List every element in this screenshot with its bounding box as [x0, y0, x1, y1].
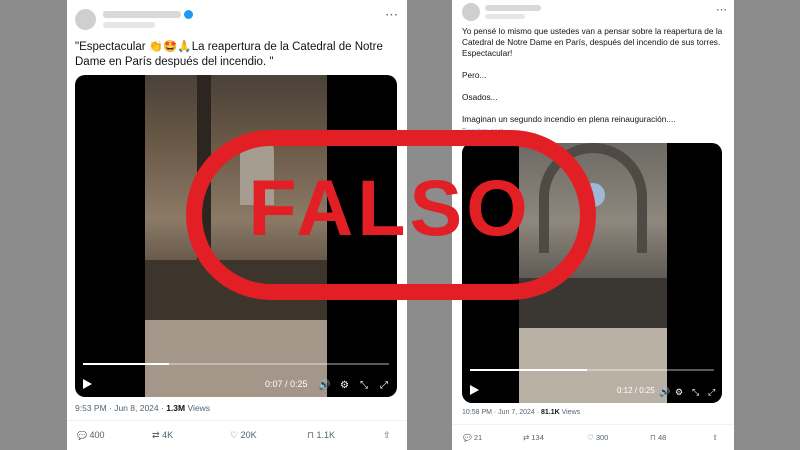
collapse-icon[interactable]: ⤡	[360, 381, 368, 391]
reply-icon: 💬	[463, 435, 472, 442]
blurred-display-name[interactable]	[103, 11, 181, 18]
video-progress-bar[interactable]	[83, 363, 389, 365]
video-progress-bar[interactable]	[470, 369, 714, 371]
collapse-icon[interactable]: ⤡	[692, 388, 699, 397]
reply-icon: 💬	[77, 431, 87, 440]
bookmark-count: 1.1K	[316, 430, 336, 440]
bookmark-button[interactable]: ⊓ 48	[650, 433, 666, 442]
tweet-text: "Espectacular 👏🤩🙏La reapertura de la Cat…	[75, 41, 383, 68]
view-count: 81.1K	[541, 409, 560, 416]
view-count: 1.3M	[166, 403, 186, 413]
video-controls: 0:07 / 0:25 🔊 ⚙ ⤡ ⤢	[75, 363, 397, 397]
fullscreen-icon[interactable]: ⤢	[708, 388, 715, 397]
tweet-meta: 10:58 PM · Jun 7, 2024 · 81.1K Views	[462, 409, 580, 416]
tweet-text: Yo pensé lo mismo que ustedes van a pens…	[462, 26, 727, 136]
like-count: 20K	[240, 430, 257, 440]
blurred-handle[interactable]	[103, 22, 155, 28]
like-icon: ♡	[230, 430, 239, 440]
video-time: 0:07 / 0:25	[265, 379, 308, 389]
video-time: 0:12 / 0:25	[617, 386, 655, 395]
like-button[interactable]: ♡ 20K	[230, 430, 257, 441]
reply-count: 21	[473, 433, 483, 442]
repost-button[interactable]: ⇄ 4K	[152, 430, 173, 441]
share-icon: ⇧	[383, 430, 391, 440]
bookmark-icon: ⊓	[307, 430, 315, 440]
tweet-meta: 9:53 PM · Jun 8, 2024 · 1.3M Views	[75, 403, 210, 413]
divider	[67, 420, 407, 421]
video-progress-fill	[83, 363, 169, 365]
video-controls: 0:12 / 0:25 🔊 ⚙ ⤡ ⤢	[462, 369, 722, 403]
falso-stamp-text: FALSO	[248, 163, 532, 252]
repost-icon: ⇄	[523, 433, 530, 442]
avatar[interactable]	[462, 3, 480, 21]
bookmark-icon: ⊓	[650, 433, 656, 442]
share-button[interactable]: ⇧	[383, 430, 391, 441]
reply-button[interactable]: 💬 400	[77, 430, 105, 440]
blurred-handle[interactable]	[485, 14, 525, 19]
tweet-timestamp[interactable]: 9:53 PM · Jun 8, 2024 ·	[75, 403, 166, 413]
play-icon[interactable]	[83, 379, 92, 389]
repost-count: 134	[531, 433, 544, 442]
reply-count: 400	[89, 430, 105, 440]
fullscreen-icon[interactable]: ⤢	[380, 381, 388, 391]
like-button[interactable]: ♡ 300	[587, 433, 608, 442]
avatar[interactable]	[75, 9, 96, 30]
repost-icon: ⇄	[152, 430, 160, 440]
video-progress-fill	[470, 369, 588, 371]
repost-button[interactable]: ⇄ 134	[523, 433, 544, 442]
volume-icon[interactable]: 🔊	[318, 381, 330, 391]
tweet-timestamp[interactable]: 10:58 PM · Jun 7, 2024 ·	[462, 409, 541, 416]
share-icon: ⇧	[712, 433, 719, 442]
blurred-display-name[interactable]	[485, 5, 541, 11]
more-options-icon[interactable]: ⋯	[716, 5, 727, 16]
volume-icon[interactable]: 🔊	[659, 388, 670, 397]
share-button[interactable]: ⇧	[712, 433, 718, 442]
divider	[452, 424, 734, 425]
views-label: Views	[559, 409, 581, 416]
like-icon: ♡	[587, 433, 594, 442]
like-count: 300	[595, 433, 609, 442]
settings-icon[interactable]: ⚙	[340, 381, 349, 391]
views-label: Views	[185, 403, 210, 413]
reply-button[interactable]: 💬 21	[463, 433, 482, 442]
repost-count: 4K	[162, 430, 174, 440]
bookmark-button[interactable]: ⊓ 1.1K	[307, 430, 335, 441]
settings-icon[interactable]: ⚙	[675, 388, 683, 397]
tweet-paragraph: Imaginan un segundo incendio en plena re…	[462, 114, 676, 124]
tweet-paragraph: Yo pensé lo mismo que ustedes van a pens…	[462, 26, 723, 58]
tweet-paragraph: Pero...	[462, 70, 487, 80]
more-options-icon[interactable]: ⋯	[385, 8, 398, 21]
tweet-paragraph: Osados...	[462, 92, 498, 102]
play-icon[interactable]	[470, 385, 479, 395]
verified-badge-icon	[184, 10, 193, 19]
bookmark-count: 48	[657, 433, 667, 442]
